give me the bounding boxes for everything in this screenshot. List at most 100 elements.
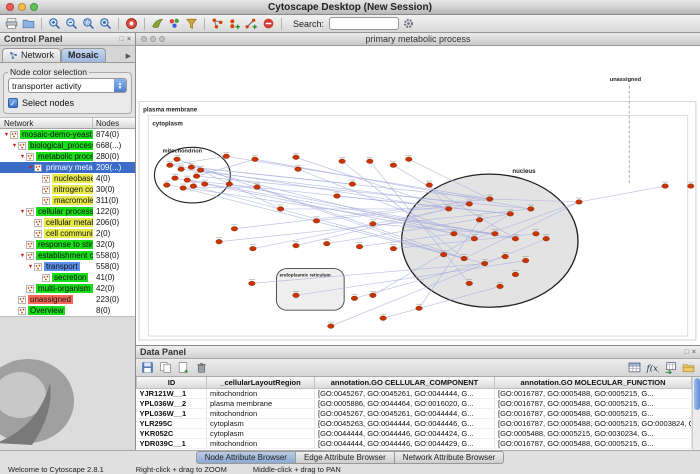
tree-item-nitrogen-compo[interactable]: nitrogen compo...30(0): [0, 184, 135, 195]
tree-header-network[interactable]: Network: [0, 118, 93, 128]
network-node[interactable]: [492, 231, 499, 236]
table-row[interactable]: YJR121W__1mitochondrion[GO:0045267, GO:0…: [137, 388, 692, 398]
settings-icon[interactable]: [401, 16, 416, 31]
network-node[interactable]: [476, 218, 483, 223]
table-row[interactable]: YPL036W__2plasma membrane[GO:0005886, GO…: [137, 398, 692, 408]
tab-network-attribute-browser[interactable]: Network Attribute Browser: [395, 451, 504, 464]
network-node[interactable]: [471, 236, 478, 241]
zoom-in-icon[interactable]: [47, 16, 62, 31]
table-cell[interactable]: cytoplasm: [207, 418, 315, 428]
table-cell[interactable]: plasma membrane: [207, 398, 315, 408]
table-cell[interactable]: mitochondrion: [207, 388, 315, 398]
network-node[interactable]: [277, 207, 284, 212]
network-node[interactable]: [502, 254, 509, 259]
network-node[interactable]: [349, 182, 356, 187]
tree-item-cellular-process[interactable]: ▼cellular process122(0): [0, 206, 135, 217]
network-node[interactable]: [250, 246, 257, 251]
table-row[interactable]: YDR039C__1mitochondrion[GO:0044444, GO:0…: [137, 438, 692, 448]
expand-triangle-icon[interactable]: ▼: [27, 165, 34, 171]
expand-triangle-icon[interactable]: ▼: [3, 132, 10, 138]
network-node[interactable]: [252, 157, 259, 162]
network-node[interactable]: [481, 261, 488, 266]
network-node[interactable]: [163, 183, 170, 188]
tree-item-unassigned[interactable]: unassigned223(0): [0, 294, 135, 305]
network-node[interactable]: [295, 167, 302, 172]
network-node[interactable]: [293, 243, 300, 248]
network-node[interactable]: [390, 246, 397, 251]
tree-header-nodes[interactable]: Nodes: [93, 119, 135, 128]
close-data-panel-icon[interactable]: ×: [692, 348, 696, 357]
save-table-icon[interactable]: [140, 360, 155, 375]
expand-triangle-icon[interactable]: ▼: [19, 209, 26, 215]
table-cell[interactable]: [GO:0044444, GO:0044446, GO:0044429, G..…: [315, 438, 495, 448]
table-cell[interactable]: YDR039C__1: [137, 438, 207, 448]
network-node[interactable]: [231, 226, 238, 231]
tab-network[interactable]: Network: [2, 48, 61, 62]
network-node[interactable]: [254, 185, 261, 190]
expand-triangle-icon[interactable]: ▼: [11, 143, 18, 149]
network-svg[interactable]: plasma membranecytoplasmmitochondrionnuc…: [136, 46, 700, 345]
network-window-controls[interactable]: [141, 36, 165, 42]
select-nodes-checkbox[interactable]: ✓: [8, 98, 18, 108]
add-edge-icon[interactable]: [244, 16, 259, 31]
table-cell[interactable]: YKR052C: [137, 428, 207, 438]
network-node[interactable]: [172, 176, 179, 181]
table-cell[interactable]: [GO:0016787, GO:0005488, GO:0005215, G..…: [495, 388, 692, 398]
tab-node-attribute-browser[interactable]: Node Attribute Browser: [196, 451, 296, 464]
network-edge[interactable]: [579, 186, 665, 202]
tree-item-transport[interactable]: ▼transport558(0): [0, 261, 135, 272]
table-cell[interactable]: YPL036W__1: [137, 408, 207, 418]
network-node[interactable]: [576, 200, 583, 205]
tree-item-multi-organism-pro[interactable]: multi-organism pro...42(0): [0, 283, 135, 294]
scrollbar-thumb[interactable]: [694, 378, 700, 410]
network-node[interactable]: [370, 293, 377, 298]
import-table-icon[interactable]: [663, 360, 678, 375]
network-node[interactable]: [466, 281, 473, 286]
table-scrollbar[interactable]: [692, 377, 700, 450]
network-node[interactable]: [180, 186, 187, 191]
zoom-out-icon[interactable]: [64, 16, 79, 31]
network-node[interactable]: [193, 174, 200, 179]
network-node[interactable]: [507, 212, 514, 217]
network-canvas[interactable]: plasma membranecytoplasmmitochondrionnuc…: [136, 46, 700, 345]
network-node[interactable]: [293, 155, 300, 160]
table-cell[interactable]: [GO:0016787, GO:0005488, GO:0005215, G..…: [495, 408, 692, 418]
tree-item-overview[interactable]: Overview8(0): [0, 305, 135, 316]
table-cell[interactable]: [GO:0005886, GO:0044464, GO:0016020, G..…: [315, 398, 495, 408]
tree-item-biological-process[interactable]: ▼biological_process668(...): [0, 140, 135, 151]
table-cell[interactable]: mitochondrion: [207, 438, 315, 448]
network-node[interactable]: [293, 293, 300, 298]
tab-overflow-button[interactable]: ▶: [124, 52, 133, 62]
snapshot-icon[interactable]: [124, 16, 139, 31]
network-window-titlebar[interactable]: primary metabolic process: [136, 33, 700, 46]
expand-triangle-icon[interactable]: ▼: [19, 154, 26, 160]
network-node[interactable]: [451, 231, 458, 236]
network-node[interactable]: [405, 157, 412, 162]
vizmapper-icon[interactable]: [167, 16, 182, 31]
network-node[interactable]: [178, 167, 185, 172]
table-cell[interactable]: cytoplasm: [207, 428, 315, 438]
close-panel-icon[interactable]: ×: [127, 35, 131, 44]
tree-item-metabolic-process[interactable]: ▼metabolic process280(0): [0, 151, 135, 162]
column-header-annotation-go-cellular-component[interactable]: annotation.GO CELLULAR_COMPONENT: [315, 377, 495, 388]
table-cell[interactable]: [GO:0005488, GO:0005215, GO:0030234, G..…: [495, 428, 692, 438]
table-row[interactable]: YPL036W__1mitochondrion[GO:0045267, GO:0…: [137, 408, 692, 418]
network-node[interactable]: [201, 182, 208, 187]
table-cell[interactable]: [GO:0045267, GO:0045261, GO:0044444, G..…: [315, 408, 495, 418]
network-node[interactable]: [188, 165, 195, 170]
print-icon[interactable]: [4, 16, 19, 31]
network-node[interactable]: [416, 306, 423, 311]
float-panel-icon[interactable]: □: [120, 35, 124, 44]
table-cell[interactable]: [GO:0045263, GO:0044444, GO:0044446, G..…: [315, 418, 495, 428]
network-node[interactable]: [497, 284, 504, 289]
table-cell[interactable]: [GO:0016787, GO:0005488, GO:0005215, G..…: [495, 438, 692, 448]
network-node[interactable]: [487, 197, 494, 202]
search-input[interactable]: [329, 17, 399, 30]
table-cell[interactable]: [GO:0016787, GO:0005488, GO:0005215, G..…: [495, 398, 692, 408]
column-header-cellularlayoutregion[interactable]: _cellularLayoutRegion: [207, 377, 315, 388]
float-data-panel-icon[interactable]: □: [685, 348, 689, 357]
network-node[interactable]: [197, 168, 204, 173]
network-node[interactable]: [512, 236, 519, 241]
tree-item-mosaic-demo-yeast[interactable]: ▼mosaic-demo-yeast874(0): [0, 129, 135, 140]
network-node[interactable]: [445, 207, 452, 212]
